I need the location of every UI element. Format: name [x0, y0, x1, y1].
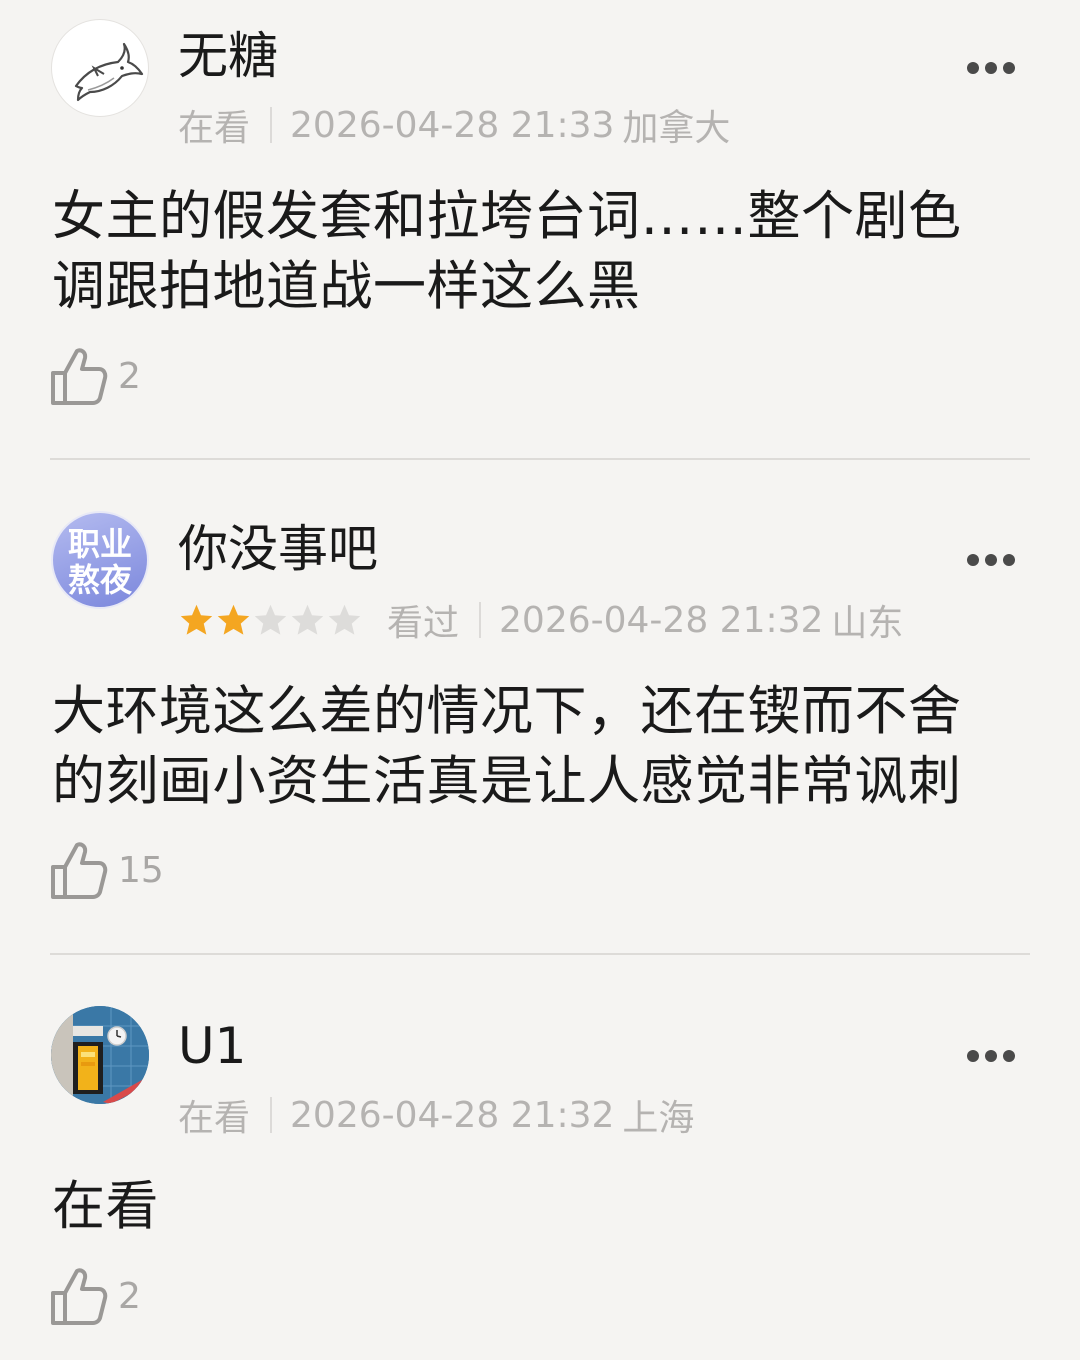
more-options-icon[interactable] — [966, 61, 1016, 75]
star-empty-icon — [328, 604, 361, 635]
like-button[interactable]: 15 — [50, 838, 164, 902]
like-count: 15 — [118, 849, 164, 891]
location: 上海 — [622, 1098, 695, 1139]
location: 山东 — [831, 603, 904, 644]
comment-meta: 在看 2026-04-28 21:32 上海 — [178, 1092, 695, 1140]
avatar[interactable] — [51, 1006, 149, 1104]
comment-text: 大环境这么差的情况下，还在锲而不舍的刻画小资生活真是让人感觉非常讽刺 — [52, 681, 962, 812]
like-count: 2 — [118, 355, 141, 397]
like-count: 2 — [118, 1275, 141, 1317]
timestamp: 2026-04-28 21:32 — [290, 1094, 615, 1136]
like-button[interactable]: 2 — [50, 344, 141, 408]
username[interactable]: 无糖 — [178, 26, 278, 86]
like-button[interactable]: 2 — [50, 1264, 141, 1328]
shark-icon — [74, 42, 144, 102]
thumbs-up-icon — [51, 842, 108, 899]
avatar[interactable]: 职业 熬夜 — [51, 511, 149, 609]
avatar[interactable] — [51, 19, 149, 117]
more-options-icon[interactable] — [966, 553, 1016, 567]
watch-status: 在看 — [178, 1098, 251, 1139]
comment-meta: 在看 2026-04-28 21:33 加拿大 — [178, 102, 731, 150]
meta-divider — [479, 602, 482, 638]
star-rating — [178, 602, 363, 639]
star-empty-icon — [254, 604, 287, 635]
star-filled-icon — [180, 604, 213, 635]
username[interactable]: 你没事吧 — [178, 519, 378, 579]
location: 加拿大 — [622, 108, 731, 149]
meta-divider — [270, 1097, 273, 1133]
divider — [50, 458, 1030, 460]
star-empty-icon — [291, 604, 324, 635]
station-photo-icon — [51, 1006, 149, 1104]
star-filled-icon — [217, 604, 250, 635]
username[interactable]: U1 — [178, 1016, 246, 1076]
avatar-text: 职业 熬夜 — [67, 525, 132, 599]
comment-meta: 看过 2026-04-28 21:32 山东 — [178, 597, 904, 644]
comment-text: 在看 — [52, 1176, 159, 1237]
thumbs-up-icon — [51, 1268, 108, 1325]
watch-status: 看过 — [387, 603, 460, 644]
timestamp: 2026-04-28 21:33 — [290, 104, 615, 146]
watch-status: 在看 — [178, 108, 251, 149]
thumbs-up-icon — [51, 348, 108, 405]
more-options-icon[interactable] — [966, 1049, 1016, 1063]
timestamp: 2026-04-28 21:32 — [499, 599, 824, 641]
comment-text: 女主的假发套和拉垮台词……整个剧色调跟拍地道战一样这么黑 — [52, 186, 962, 317]
divider — [50, 953, 1030, 955]
meta-divider — [270, 107, 273, 143]
